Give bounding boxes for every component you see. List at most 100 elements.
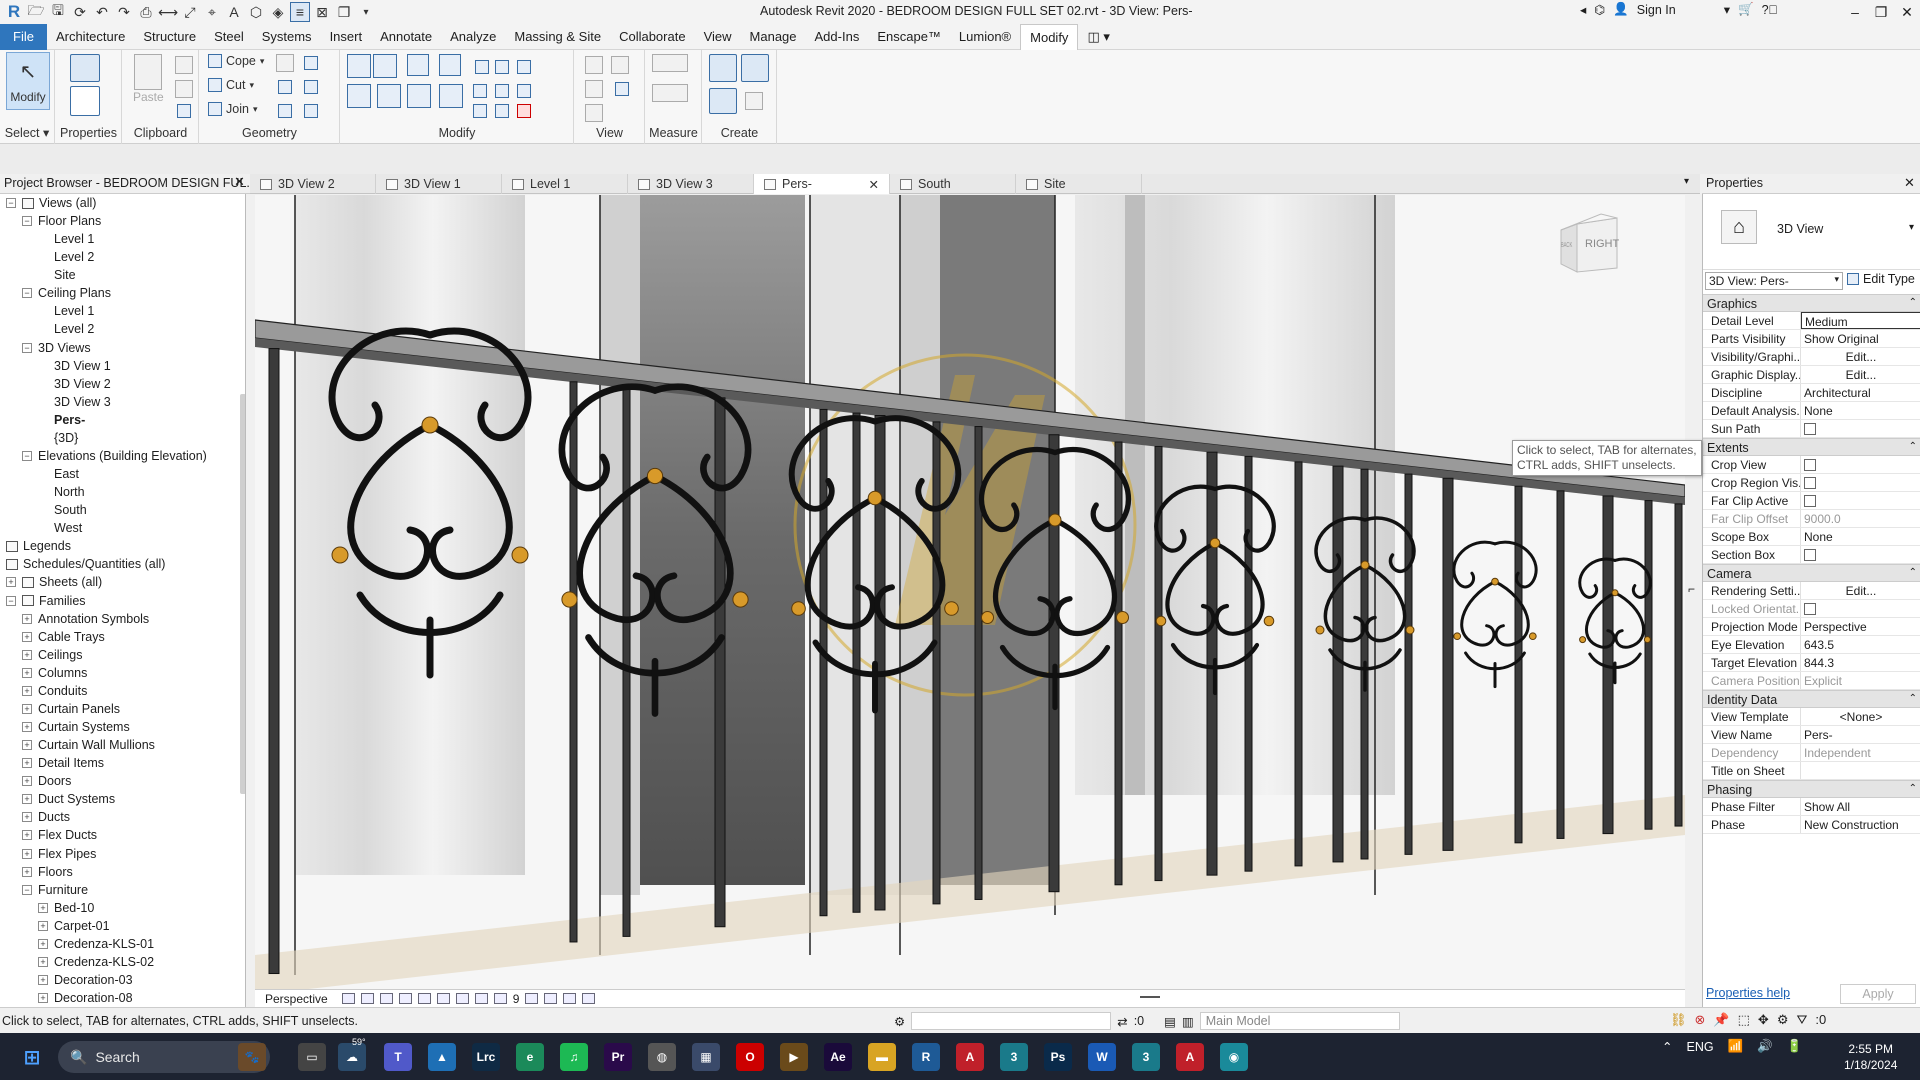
mirror-draw-icon[interactable]	[439, 54, 461, 76]
after-effects-icon[interactable]: Ae	[824, 1043, 852, 1071]
lightroom-classic-icon[interactable]: Lrc	[472, 1043, 500, 1071]
split-face-icon[interactable]	[304, 56, 318, 70]
type-selector[interactable]: ⌂ 3D View ▾	[1703, 194, 1920, 270]
expand-toggle-icon[interactable]: +	[38, 993, 48, 1004]
browser-item-annotation-symbols[interactable]: + Annotation Symbols	[22, 610, 149, 628]
prop-value[interactable]: Explicit	[1801, 672, 1920, 689]
tab-analyze[interactable]: Analyze	[441, 24, 505, 50]
crop-view-icon[interactable]	[436, 993, 450, 1004]
browser-item-level-2[interactable]: Level 2	[38, 248, 94, 266]
section-extents[interactable]: Extents ⌃	[1703, 438, 1920, 456]
autocad-icon[interactable]: A	[956, 1043, 984, 1071]
select-pinned-icon[interactable]: 📌	[1713, 1012, 1729, 1028]
browser-item-ceiling-plans[interactable]: − Ceiling Plans	[22, 284, 111, 302]
browser-item-detail-items[interactable]: + Detail Items	[22, 754, 104, 772]
worksets-icon[interactable]: ⚙	[894, 1014, 905, 1029]
expand-toggle-icon[interactable]: −	[22, 884, 32, 895]
drag-elements-icon[interactable]: ✥	[1758, 1012, 1769, 1028]
browser-item-west[interactable]: West	[38, 519, 82, 537]
sign-in-link[interactable]: Sign In	[1637, 3, 1676, 17]
expand-toggle-icon[interactable]: +	[38, 920, 48, 931]
premiere-icon[interactable]: Pr	[604, 1043, 632, 1071]
widgets-icon[interactable]: 🐾	[238, 1043, 266, 1071]
expand-toggle-icon[interactable]: +	[22, 649, 32, 660]
reveal-hidden-icon[interactable]	[611, 56, 629, 74]
cart-icon[interactable]: 🛒	[1738, 2, 1754, 17]
tab-annotate[interactable]: Annotate	[371, 24, 441, 50]
browser-item-east[interactable]: East	[38, 465, 79, 483]
help-icon[interactable]: ?⃝	[1762, 3, 1778, 17]
checkbox[interactable]	[1804, 603, 1816, 615]
browser-item-elevations-building-elevation[interactable]: − Elevations (Building Elevation)	[22, 447, 207, 465]
close-icon[interactable]: ✕	[1894, 0, 1920, 24]
browser-item-floors[interactable]: + Floors	[22, 863, 73, 881]
tab-systems[interactable]: Systems	[253, 24, 321, 50]
browser-item-3d-view-2[interactable]: 3D View 2	[38, 375, 111, 393]
select-dropdown[interactable]: Select ▾	[0, 125, 54, 140]
close-hidden-icon[interactable]: ⊠	[312, 2, 332, 22]
detail-level-icon[interactable]	[341, 993, 355, 1004]
search-left-arrow-icon[interactable]: ◂	[1580, 2, 1586, 17]
tab-lumion[interactable]: Lumion®	[950, 24, 1020, 50]
mirror-axis-icon[interactable]	[407, 54, 429, 76]
browser-item-doors[interactable]: + Doors	[22, 772, 71, 790]
switch-windows-icon[interactable]: ❐	[334, 2, 354, 22]
prop-value[interactable]	[1801, 762, 1920, 779]
lock-3d-icon[interactable]	[474, 993, 488, 1004]
section-camera[interactable]: Camera ⌃	[1703, 564, 1920, 582]
browser-item-level-1[interactable]: Level 1	[38, 230, 94, 248]
prop-value[interactable]: <None>	[1801, 708, 1920, 725]
browser-item-columns[interactable]: + Columns	[22, 664, 87, 682]
expand-toggle-icon[interactable]: −	[22, 216, 32, 227]
prop-value[interactable]	[1801, 456, 1920, 473]
expand-toggle-icon[interactable]: +	[38, 975, 48, 985]
instance-filter-select[interactable]: 3D View: Pers- ▾	[1705, 272, 1843, 290]
tab-steel[interactable]: Steel	[205, 24, 253, 50]
expand-toggle-icon[interactable]: +	[22, 866, 32, 877]
browser-item-credenza-kls-02[interactable]: + Credenza-KLS-02	[38, 953, 154, 971]
expand-toggle-icon[interactable]: +	[22, 776, 32, 787]
browser-item-south[interactable]: South	[38, 501, 87, 519]
array-icon[interactable]	[473, 84, 487, 98]
checkbox[interactable]	[1804, 495, 1816, 507]
minimize-icon[interactable]: –	[1842, 0, 1868, 24]
cut-clipboard-icon[interactable]	[175, 56, 193, 74]
3dsmax-icon[interactable]: 3	[1000, 1043, 1028, 1071]
expand-toggle-icon[interactable]: +	[6, 577, 16, 588]
battery-icon[interactable]: 🔋	[1787, 1039, 1803, 1054]
teams-icon[interactable]: T	[384, 1043, 412, 1071]
photos-icon[interactable]: ▲	[428, 1043, 456, 1071]
tab-modify[interactable]: Modify	[1020, 23, 1079, 50]
browser-item-curtain-systems[interactable]: + Curtain Systems	[22, 718, 130, 736]
view-tab-level-1[interactable]: Level 1	[502, 174, 628, 194]
prop-value[interactable]: Edit...	[1801, 582, 1920, 599]
restore-icon[interactable]: ❐	[1868, 0, 1894, 24]
checkbox[interactable]	[1804, 459, 1816, 471]
tab-manage[interactable]: Manage	[741, 24, 806, 50]
windows-start-icon[interactable]: ⊞	[18, 1043, 46, 1071]
highlight-displacement-icon[interactable]	[582, 993, 596, 1004]
edge-icon[interactable]: e	[516, 1043, 544, 1071]
delete-icon[interactable]	[473, 104, 487, 118]
scale-value[interactable]: 9	[513, 992, 520, 1006]
tab-list-dropdown-icon[interactable]: ▾	[1684, 176, 1689, 187]
linework-icon[interactable]	[615, 82, 629, 96]
tab-file[interactable]: File	[0, 23, 47, 50]
browser-item-decoration-03[interactable]: + Decoration-03	[38, 971, 133, 989]
show-hidden-icons-icon[interactable]: ⌃	[1662, 1039, 1672, 1054]
account-dropdown-icon[interactable]: ▾	[1724, 2, 1730, 17]
autocad-2-icon[interactable]: A	[1176, 1043, 1204, 1071]
show-crop-icon[interactable]	[455, 993, 469, 1004]
prop-value[interactable]: Edit...	[1801, 366, 1920, 383]
analytical-model-icon[interactable]	[563, 993, 577, 1004]
browser-item-curtain-panels[interactable]: + Curtain Panels	[22, 700, 120, 718]
close-icon[interactable]: ✕	[234, 174, 248, 190]
override-graphics-icon[interactable]	[585, 80, 603, 98]
move-icon[interactable]	[377, 84, 401, 108]
section-graphics[interactable]: Graphics ⌃	[1703, 294, 1920, 312]
pick-icon[interactable]	[304, 104, 318, 118]
tab-architecture[interactable]: Architecture	[47, 24, 134, 50]
worksharing-display-icon[interactable]	[544, 993, 558, 1004]
collapse-icon[interactable]: ⌃	[1909, 567, 1917, 578]
browser-item-north[interactable]: North	[38, 483, 85, 501]
